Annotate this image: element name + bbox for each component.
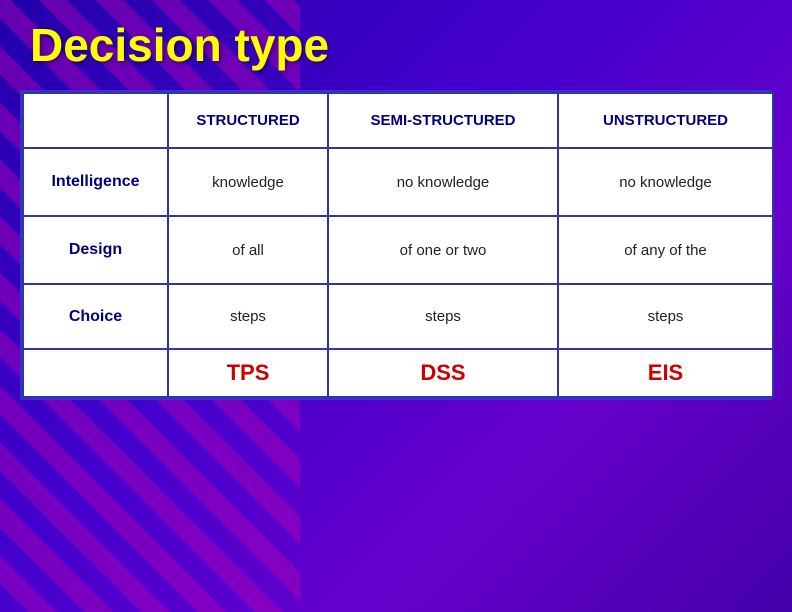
header-col1: STRUCTURED xyxy=(168,93,328,148)
main-content: Decision type STRUCTURED SEMI-STRUCTURED… xyxy=(0,0,792,410)
footer-eis: EIS xyxy=(558,349,773,397)
choice-semi: steps xyxy=(328,284,558,349)
row-label-design: Design xyxy=(23,216,168,284)
choice-unstructured: steps xyxy=(558,284,773,349)
header-col0 xyxy=(23,93,168,148)
decision-table: STRUCTURED SEMI-STRUCTURED UNSTRUCTURED … xyxy=(22,92,774,398)
intelligence-unstructured: no knowledge xyxy=(558,148,773,216)
design-unstructured: of any of the xyxy=(558,216,773,284)
table-row: Choice steps steps steps xyxy=(23,284,773,349)
intelligence-semi: no knowledge xyxy=(328,148,558,216)
footer-col0 xyxy=(23,349,168,397)
design-semi: of one or two xyxy=(328,216,558,284)
table-row: Intelligence knowledge no knowledge no k… xyxy=(23,148,773,216)
decision-table-wrapper: STRUCTURED SEMI-STRUCTURED UNSTRUCTURED … xyxy=(20,90,772,400)
table-row: Design of all of one or two of any of th… xyxy=(23,216,773,284)
background: Decision type STRUCTURED SEMI-STRUCTURED… xyxy=(0,0,792,612)
choice-structured: steps xyxy=(168,284,328,349)
footer-dss: DSS xyxy=(328,349,558,397)
row-label-choice: Choice xyxy=(23,284,168,349)
table-footer-row: TPS DSS EIS xyxy=(23,349,773,397)
footer-tps: TPS xyxy=(168,349,328,397)
header-col3: UNSTRUCTURED xyxy=(558,93,773,148)
row-label-intelligence: Intelligence xyxy=(23,148,168,216)
intelligence-structured: knowledge xyxy=(168,148,328,216)
page-title: Decision type xyxy=(30,18,772,72)
header-col2: SEMI-STRUCTURED xyxy=(328,93,558,148)
table-header-row: STRUCTURED SEMI-STRUCTURED UNSTRUCTURED xyxy=(23,93,773,148)
design-structured: of all xyxy=(168,216,328,284)
